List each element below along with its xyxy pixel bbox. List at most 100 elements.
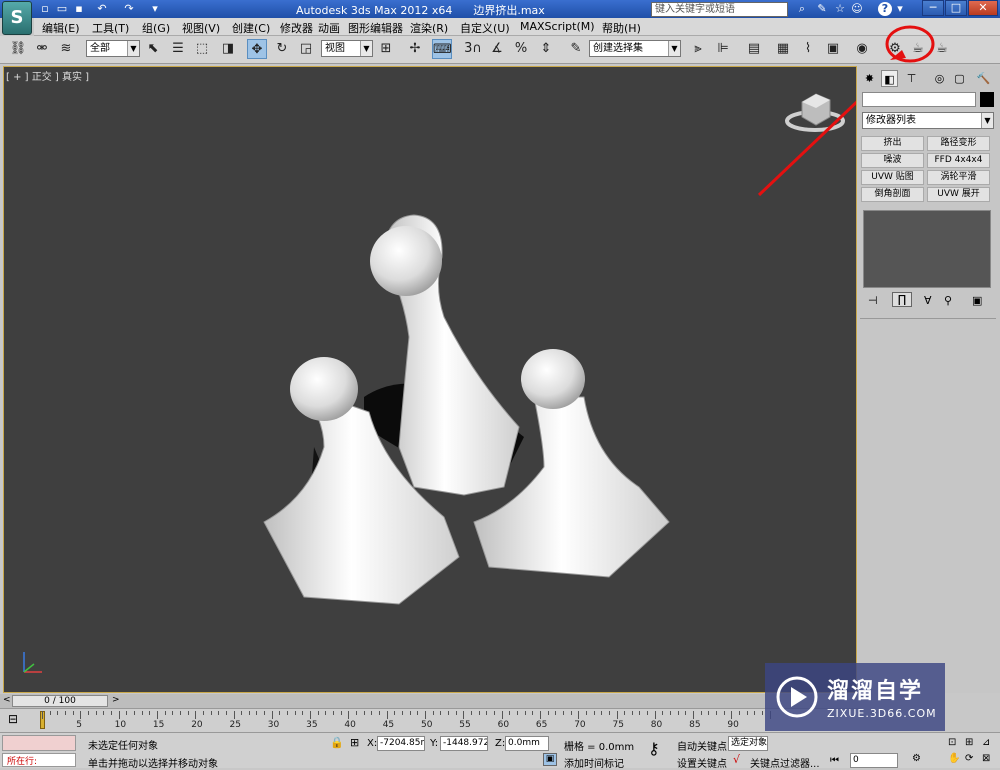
menu-tools[interactable]: 工具(T)	[92, 20, 129, 36]
mirror-icon[interactable]: ⫸	[688, 39, 708, 59]
tools-icon[interactable]: ✎	[815, 2, 829, 16]
frame-counter[interactable]: 0 / 100	[12, 695, 108, 707]
perspective-viewport[interactable]: [ + ] 正交 ] 真实 ]	[3, 66, 857, 693]
user-icon[interactable]: ☺	[850, 2, 864, 16]
track-bar[interactable]: ⊟ 5 10 15 20 25 30 35 40 45 50 55 60 65 70 75 80 85 90	[0, 708, 860, 732]
reference-coordinate-dropdown[interactable]: 视图 ▼	[321, 40, 373, 57]
ffd-button[interactable]: FFD 4x4x4	[927, 153, 990, 168]
selection-filter-dropdown[interactable]: 全部 ▼	[86, 40, 140, 57]
select-by-name-icon[interactable]: ☰	[168, 39, 188, 59]
redo-icon[interactable]: ↷	[122, 2, 136, 15]
unlink-icon[interactable]: ⚮	[32, 39, 52, 59]
angle-snap-icon[interactable]: ∡	[487, 39, 507, 59]
hierarchy-tab-icon[interactable]: ⊤	[903, 70, 920, 87]
menu-create[interactable]: 创建(C)	[232, 20, 270, 36]
auto-key-button[interactable]: 自动关键点	[677, 738, 727, 753]
absolute-mode-icon[interactable]: ⊞	[350, 736, 359, 749]
make-unique-icon[interactable]: ∀	[924, 294, 932, 307]
select-and-move-icon[interactable]: ✥	[247, 39, 267, 59]
bevel-profile-button[interactable]: 倒角剖面	[861, 187, 924, 202]
material-editor-icon[interactable]: ◉	[852, 39, 872, 59]
search-input[interactable]: 键入关键字或短语	[651, 2, 788, 17]
keyboard-shortcut-override-icon[interactable]: ⌨	[432, 39, 452, 59]
modifier-list-dropdown[interactable]: 修改器列表 ▼	[862, 112, 994, 129]
go-to-start-icon[interactable]: ⏮	[830, 755, 839, 766]
menu-edit[interactable]: 编辑(E)	[42, 20, 80, 36]
show-end-result-icon[interactable]: ∏	[892, 292, 912, 307]
edit-named-selection-icon[interactable]: ✎	[566, 39, 586, 59]
remove-modifier-icon[interactable]: ⚲	[944, 294, 952, 307]
prev-frame-icon[interactable]: <	[3, 695, 11, 705]
binoculars-icon[interactable]: ⌕	[795, 2, 809, 16]
zoom-extents-icon[interactable]: ⊡	[948, 737, 956, 748]
menu-maxscript[interactable]: MAXScript(M)	[520, 20, 595, 33]
select-and-rotate-icon[interactable]: ↻	[272, 39, 292, 59]
key-icon[interactable]: ⚷	[648, 739, 660, 758]
bind-space-warp-icon[interactable]: ≋	[56, 39, 76, 59]
field-of-view-icon[interactable]: ⊿	[982, 737, 990, 748]
window-crossing-icon[interactable]: ◨	[218, 39, 238, 59]
menu-group[interactable]: 组(G)	[142, 20, 170, 36]
schematic-view-icon[interactable]: ▣	[823, 39, 843, 59]
create-tab-icon[interactable]: ✸	[861, 70, 878, 87]
time-config-icon[interactable]: ⚙	[912, 753, 921, 764]
curve-editor-icon[interactable]: ⌇	[798, 39, 818, 59]
display-tab-icon[interactable]: ▢	[951, 70, 968, 87]
snaps-toggle-icon[interactable]: 3∩	[461, 39, 485, 59]
quick-access-dropdown-icon[interactable]: ▾	[148, 2, 162, 15]
lock-selection-icon[interactable]: 🔒	[330, 736, 344, 749]
menu-animation[interactable]: 动画	[318, 20, 340, 36]
close-button[interactable]: ✕	[968, 0, 998, 16]
menu-modifiers[interactable]: 修改器	[280, 20, 313, 36]
object-color-swatch[interactable]	[980, 92, 994, 107]
key-mode-dropdown[interactable]: 选定对象	[728, 736, 768, 751]
open-file-icon[interactable]: ▭	[55, 2, 69, 15]
zoom-all-icon[interactable]: ⊞	[965, 737, 973, 748]
rectangular-selection-icon[interactable]: ⬚	[192, 39, 212, 59]
save-file-icon[interactable]: ▪	[72, 2, 86, 15]
current-frame-field[interactable]: 0	[850, 753, 898, 768]
motion-tab-icon[interactable]: ◎	[931, 70, 948, 87]
select-and-scale-icon[interactable]: ◲	[296, 39, 316, 59]
maximize-button[interactable]: □	[945, 0, 967, 16]
noise-button[interactable]: 噪波	[861, 153, 924, 168]
help-dropdown-icon[interactable]: ▾	[893, 2, 907, 16]
x-coordinate-field[interactable]: -7204.85m	[377, 736, 425, 751]
select-and-manipulate-icon[interactable]: ✢	[405, 39, 425, 59]
named-selection-dropdown[interactable]: 创建选择集 ▼	[589, 40, 681, 57]
unwrap-uvw-button[interactable]: UVW 展开	[927, 187, 990, 202]
pan-hand-icon[interactable]: ✋	[948, 753, 960, 764]
menu-customize[interactable]: 自定义(U)	[460, 20, 510, 36]
menu-graph-editors[interactable]: 图形编辑器	[348, 20, 403, 36]
time-slider[interactable]: < 0 / 100 >	[0, 694, 860, 708]
configure-modifier-sets-icon[interactable]: ▣	[972, 294, 982, 307]
orbit-icon[interactable]: ⟳	[965, 753, 973, 764]
pivot-center-icon[interactable]: ⊞	[376, 39, 396, 59]
graphite-tools-icon[interactable]: ▦	[773, 39, 793, 59]
z-coordinate-field[interactable]: 0.0mm	[505, 736, 549, 751]
turbosmooth-button[interactable]: 涡轮平滑	[927, 170, 990, 185]
maxscript-listener[interactable]	[2, 735, 76, 751]
next-frame-icon[interactable]: >	[112, 695, 120, 705]
layer-manager-icon[interactable]: ▤	[744, 39, 764, 59]
undo-icon[interactable]: ↶	[95, 2, 109, 15]
y-coordinate-field[interactable]: -1448.972r	[440, 736, 488, 751]
object-name-field[interactable]	[862, 92, 976, 107]
align-icon[interactable]: ⊫	[713, 39, 733, 59]
minimize-button[interactable]: ─	[922, 0, 944, 16]
script-line-field[interactable]: 所在行:	[2, 753, 76, 767]
star-icon[interactable]: ☆	[833, 2, 847, 16]
menu-rendering[interactable]: 渲染(R)	[410, 20, 448, 36]
uvw-map-button[interactable]: UVW 贴图	[861, 170, 924, 185]
extrude-button[interactable]: 挤出	[861, 136, 924, 151]
modify-tab-icon[interactable]: ◧	[881, 70, 898, 87]
path-deform-button[interactable]: 路径变形	[927, 136, 990, 151]
utilities-tab-icon[interactable]: 🔨	[975, 70, 992, 87]
spinner-snap-icon[interactable]: ⇕	[536, 39, 556, 59]
new-file-icon[interactable]: ▫	[38, 2, 52, 15]
menu-views[interactable]: 视图(V)	[182, 20, 220, 36]
select-object-icon[interactable]: ⬉	[143, 39, 163, 59]
link-icon[interactable]: ⛓	[8, 39, 28, 59]
time-tag-icon[interactable]: ▣	[543, 753, 557, 766]
menu-help[interactable]: 帮助(H)	[602, 20, 641, 36]
